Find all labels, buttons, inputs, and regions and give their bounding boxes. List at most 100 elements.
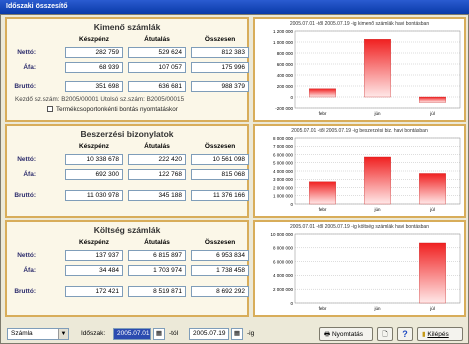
value-field[interactable]: 172 421 [65,286,123,297]
x-tick-label: febr [319,111,327,116]
row-label: Bruttó: [14,83,36,90]
value-field[interactable]: 8 519 871 [128,286,186,297]
x-tick-label: febr [319,207,327,212]
x-tick-label: júl [429,207,435,212]
value-field[interactable]: 107 057 [128,62,186,73]
chart-svg: 8 000 000 7 000 000 6 000 000 5 000 000 4 00… [273,136,461,212]
column-header: Átutalás [144,36,170,43]
value-field[interactable]: 815 068 [191,169,249,180]
value-field[interactable]: 122 768 [128,169,186,180]
bar-júl [419,96,446,103]
y-tick-label: 10 000 000 [270,232,293,237]
to-label: -ig [247,330,255,337]
date-to-value: 2005.07.19 [193,330,226,337]
y-tick-label: 0 [290,301,293,306]
y-tick-label: 0 [290,95,293,100]
value-field[interactable]: 351 698 [65,81,123,92]
y-tick-label: 4 000 000 [273,169,294,174]
date-to-field[interactable]: 2005.07.19 [189,328,229,340]
row-label: Bruttó: [14,192,36,199]
panel-title: Költség számlák [93,225,161,235]
chart-svg: 1 200 000 1 000 000 800 000 600 000 400 000 2… [273,29,461,116]
door-icon: ▮ [422,331,426,338]
value-field[interactable]: 175 996 [191,62,249,73]
bar-febr [309,88,336,98]
y-tick-label: 400 000 [277,73,294,78]
calendar-icon: ▦ [155,330,163,337]
y-tick-label: 3 000 000 [273,177,294,182]
y-tick-label: 1 000 000 [273,194,294,199]
panel-beszerzesi-bizonylatok: Beszerzési bizonylatok Készpénz Átutalás Ös… [5,124,249,218]
exit-button[interactable]: ▮ Kilépés [417,327,463,341]
y-tick-label: 600 000 [277,62,294,67]
type-select[interactable]: Számla ▼ [7,328,69,340]
column-header: Készpénz [79,36,109,43]
row-label: Nettó: [17,252,36,259]
value-field[interactable]: 529 624 [128,47,186,58]
calendar-from-button[interactable]: ▦ [153,328,165,340]
x-tick-label: júl [429,306,435,311]
column-header: Összesen [204,36,236,43]
bar-febr [309,181,336,205]
chart-koltseg: 2005.07.01 -től 2005.07.19 -ig költség s… [253,220,466,317]
value-field[interactable]: 6 815 897 [128,250,186,261]
value-field[interactable]: 812 383 [191,47,249,58]
value-field[interactable]: 1 703 974 [128,265,186,276]
help-label: ? [402,329,408,339]
value-field[interactable]: 692 300 [65,169,123,180]
y-tick-label: 1 200 000 [273,29,294,34]
y-tick-label: -200 000 [275,106,293,111]
value-field[interactable]: 345 188 [128,190,186,201]
chart-kimeno: 2005.07.01 -től 2005.07.19 -ig kimenő sz… [253,17,466,122]
x-tick-label: jún [373,207,381,212]
value-field[interactable]: 8 692 292 [191,286,249,297]
panel-kimeno-szamlak: Kimenő számlák Készpénz Átutalás Összesen Ne… [5,17,249,122]
value-field[interactable]: 6 953 834 [191,250,249,261]
bar-júl [419,242,446,304]
value-field[interactable]: 988 379 [191,81,249,92]
value-field[interactable]: 11 030 978 [65,190,123,201]
y-tick-label: 200 000 [277,84,294,89]
value-field[interactable]: 137 937 [65,250,123,261]
value-field[interactable]: 282 759 [65,47,123,58]
value-field[interactable]: 636 681 [128,81,186,92]
preview-icon: 🗋 [382,331,388,338]
bottom-toolbar: Számla ▼ Időszak: 2005.07.01 ▦ -tól 2005… [1,323,469,343]
y-tick-label: 8 000 000 [273,246,294,251]
group-breakdown-checkbox[interactable]: Termékcsoportonkénti bontás nyomtatáskor [47,106,178,113]
y-tick-label: 6 000 000 [273,152,294,157]
bar-jún [364,39,391,98]
checkbox-icon[interactable] [47,106,53,112]
invoice-range-text: Kezdő sz.szám: B2005/00001 Utolsó sz.szá… [15,96,185,103]
value-field[interactable]: 10 338 678 [65,154,123,165]
from-label: -tól [169,330,179,337]
type-select-value: Számla [11,330,33,337]
date-from-field[interactable]: 2005.07.01 [113,328,151,340]
preview-button[interactable]: 🗋 [377,327,393,341]
checkbox-label: Termékcsoportonkénti bontás nyomtatáskor [56,106,178,113]
column-header: Összesen [204,239,236,246]
value-field[interactable]: 1 738 458 [191,265,249,276]
bar-jún [364,156,391,205]
column-header: Készpénz [79,239,109,246]
row-label: Bruttó: [14,288,36,295]
value-field[interactable]: 10 561 098 [191,154,249,165]
value-field[interactable]: 11 376 166 [191,190,249,201]
x-tick-label: júl [429,111,435,116]
help-button[interactable]: ? [397,327,413,341]
chart-svg: 10 000 000 8 000 000 6 000 000 4 000 000 2 0… [270,232,461,311]
row-label: Nettó: [17,49,36,56]
chevron-down-icon[interactable]: ▼ [58,329,68,339]
print-button[interactable]: 🖶 Nyomtatás [319,327,373,341]
y-tick-label: 1 000 000 [273,40,294,45]
value-field[interactable]: 68 939 [65,62,123,73]
value-field[interactable]: 34 484 [65,265,123,276]
exit-label: Kilépés [427,331,449,338]
y-tick-label: 7 000 000 [273,144,294,149]
calendar-to-button[interactable]: ▦ [231,328,243,340]
main-window: Kimenő számlák Készpénz Átutalás Összesen Ne… [0,14,469,344]
window-title: Időszaki összesítő [0,0,469,14]
print-label: Nyomtatás [331,331,364,338]
date-from-value: 2005.07.01 [117,330,150,337]
value-field[interactable]: 222 420 [128,154,186,165]
